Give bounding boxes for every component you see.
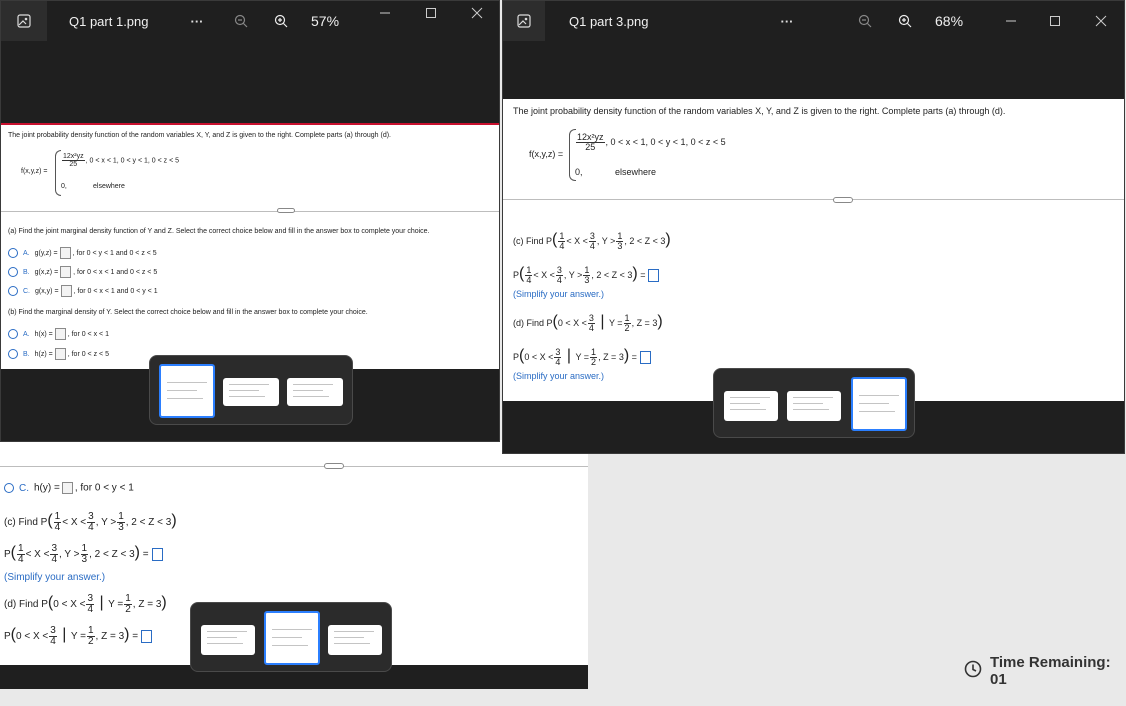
resize-handle[interactable] <box>324 463 344 469</box>
part-c-question: (c) Find P(1 4 < X <3 4, Y >1 3, 2 < Z < 3) <box>4 511 177 533</box>
zoom-out-icon[interactable] <box>231 1 251 41</box>
answer-input-c[interactable] <box>648 269 660 283</box>
zoom-in-icon[interactable] <box>271 1 291 41</box>
time-remaining-label: Time Remaining: 01 <box>990 654 1111 688</box>
section-divider <box>0 466 588 467</box>
radio-c[interactable] <box>4 483 14 493</box>
fn-label: f(x,y,z) = <box>21 168 48 175</box>
simplify-hint: (Simplify your answer.) <box>4 572 106 583</box>
part-c-answer: P(1 4 < X <3 4, Y >1 3, 2 < Z < 3) = <box>4 544 163 565</box>
zoom-level: 57% <box>311 13 340 29</box>
case-2-cond: elsewhere <box>615 167 657 177</box>
minimize-icon[interactable] <box>1001 1 1021 41</box>
answer-option-a-a[interactable]: A. g(y,z) =, for 0 < y < 1 and 0 < z < 5 <box>8 247 157 259</box>
close-icon[interactable] <box>1091 1 1111 41</box>
problem-intro: The joint probability density function o… <box>513 106 1006 116</box>
part-a-question: (a) Find the joint marginal density func… <box>8 228 430 235</box>
more-options-button[interactable]: ··· <box>187 1 207 41</box>
case-2: 0, <box>61 183 67 190</box>
answer-input-box[interactable] <box>60 266 72 278</box>
answer-input-c[interactable] <box>151 548 163 561</box>
answer-option-b-a[interactable]: A. h(x) =, for 0 < x < 1 <box>8 328 109 340</box>
answer-input-d[interactable] <box>141 630 153 643</box>
answer-option-c[interactable]: C. h(y) =, for 0 < y < 1 <box>4 482 134 494</box>
part-d-answer: P(0 < X <3 4 | Y = 1 2, Z = 3) = <box>4 626 153 647</box>
left-titlebar[interactable]: Q1 part 1.png ··· 57% <box>1 1 499 41</box>
right-titlebar[interactable]: Q1 part 3.png ··· 68% <box>503 1 1124 41</box>
thumbnail-1[interactable] <box>201 625 255 655</box>
section-divider <box>1 211 499 212</box>
answer-input-box[interactable] <box>54 348 66 360</box>
part-d-question: (d) Find P(0 < X <3 4 | Y = 1 2, Z = 3) <box>513 313 663 334</box>
thumbnail-1[interactable] <box>159 364 215 418</box>
answer-input-d[interactable] <box>639 351 651 365</box>
right-image-page: The joint probability density function o… <box>503 99 1124 401</box>
thumbnail-3[interactable] <box>287 378 343 406</box>
close-icon[interactable] <box>467 1 487 33</box>
case-1: 12x²yz 25, 0 < x < 1, 0 < y < 1, 0 < z < … <box>576 132 726 152</box>
zoom-out-icon[interactable] <box>855 1 875 41</box>
case-2-cond: elsewhere <box>93 183 125 190</box>
part-b-question: (b) Find the marginal density of Y. Sele… <box>8 309 368 316</box>
simplify-hint-2: (Simplify your answer.) <box>513 371 605 381</box>
part-d-question: (d) Find P(0 < X <3 4 | Y = 1 2, Z = 3) <box>4 593 167 615</box>
thumbnail-1[interactable] <box>724 391 778 421</box>
answer-option-a-c[interactable]: C. g(x,y) =, for 0 < x < 1 and 0 < y < 1 <box>8 285 158 297</box>
maximize-icon[interactable] <box>1045 1 1065 41</box>
bottom-thumbnail-strip <box>190 602 392 672</box>
answer-input-box[interactable] <box>60 285 72 297</box>
zoom-in-icon[interactable] <box>895 1 915 41</box>
left-image-viewer: Q1 part 1.png ··· 57% The joint probabil… <box>0 0 500 442</box>
resize-handle[interactable] <box>277 208 295 213</box>
zoom-level: 68% <box>935 13 964 29</box>
left-image-page: The joint probability density function o… <box>1 123 499 369</box>
thumbnail-2[interactable] <box>787 391 841 421</box>
resize-handle[interactable] <box>833 197 853 203</box>
case-1: 12x²yz 25, 0 < x < 1, 0 < y < 1, 0 < z < … <box>62 153 180 168</box>
answer-input-box[interactable] <box>61 482 73 494</box>
answer-input-box[interactable] <box>54 328 66 340</box>
fn-label: f(x,y,z) = <box>529 149 564 159</box>
answer-option-a-b[interactable]: B. g(x,z) =, for 0 < x < 1 and 0 < z < 5 <box>8 266 157 278</box>
case-2: 0, <box>575 167 583 177</box>
window-title: Q1 part 1.png <box>69 13 149 29</box>
answer-option-b-b[interactable]: B. h(z) =, for 0 < z < 5 <box>8 348 109 360</box>
thumbnail-3[interactable] <box>851 377 907 431</box>
problem-intro: The joint probability density function o… <box>8 132 392 139</box>
window-title: Q1 part 3.png <box>569 13 649 29</box>
part-c-question: (c) Find P(1 4 < X <3 4, Y >1 3, 2 < Z < 3) <box>513 231 671 252</box>
part-c-answer: P(1 4 < X <3 4, Y >1 3, 2 < Z < 3) = <box>513 265 660 285</box>
time-remaining: Time Remaining: 01 <box>964 654 1126 688</box>
answer-input-box[interactable] <box>59 247 71 259</box>
part-d-answer: P(0 < X <3 4 | Y = 1 2, Z = 3) = <box>513 347 651 367</box>
photos-app-icon <box>503 1 545 41</box>
thumbnail-2[interactable] <box>223 378 279 406</box>
section-divider <box>503 199 1124 200</box>
more-options-button[interactable]: ··· <box>777 1 797 41</box>
thumbnail-3[interactable] <box>328 625 382 655</box>
thumbnail-2[interactable] <box>264 611 320 665</box>
clock-icon <box>964 660 982 682</box>
minimize-icon[interactable] <box>375 1 395 33</box>
right-image-viewer: Q1 part 3.png ··· 68% The joint probabil… <box>502 0 1125 454</box>
right-thumbnail-strip <box>713 368 915 438</box>
left-thumbnail-strip <box>149 355 353 425</box>
maximize-icon[interactable] <box>421 1 441 33</box>
photos-app-icon <box>1 1 47 41</box>
simplify-hint: (Simplify your answer.) <box>513 289 605 299</box>
